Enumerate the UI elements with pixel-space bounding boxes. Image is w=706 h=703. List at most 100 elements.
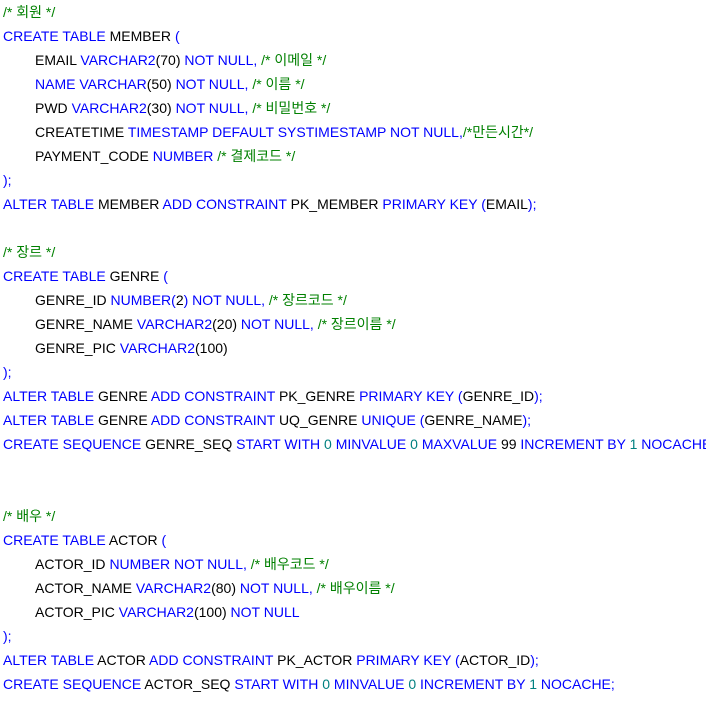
sql-identifier: (20) [212,316,241,332]
sql-keyword: ADD CONSTRAINT [149,652,278,668]
sql-keyword: TIMESTAMP DEFAULT SYSTIMESTAMP NOT NULL, [127,124,463,140]
sql-keyword: ); [3,628,12,644]
code-line: CREATE TABLE MEMBER ( [3,24,703,48]
code-line: /* 배우 */ [3,504,703,528]
sql-keyword: NOCACHE; [540,676,615,692]
sql-identifier: 99 [500,436,521,452]
code-line: GENRE_PIC VARCHAR2(100) [3,336,703,360]
code-line: GENRE_NAME VARCHAR2(20) NOT NULL, /* 장르이… [3,312,703,336]
sql-keyword: MINVALUE [335,436,411,452]
sql-keyword: CREATE SEQUENCE [3,436,146,452]
sql-keyword: NOCACHE; [641,436,706,452]
sql-keyword: NUMBER NOT NULL, [109,556,251,572]
code-line: /* 회원 */ [3,0,703,24]
code-line: ALTER TABLE ACTOR ADD CONSTRAINT PK_ACTO… [3,648,703,672]
code-line: ); [3,360,703,384]
sql-identifier: PK_ACTOR [277,652,357,668]
sql-identifier: ACTOR [97,652,150,668]
sql-identifier: GENRE_NAME [424,412,523,428]
sql-identifier: ACTOR [108,532,162,548]
sql-comment: /*만든시간*/ [462,124,534,140]
code-line: PAYMENT_CODE NUMBER /* 결제코드 */ [3,144,703,168]
sql-keyword: NUMBER [152,148,218,164]
sql-number: 1 [529,676,541,692]
sql-keyword: PRIMARY KEY ( [359,388,463,404]
sql-keyword: CREATE TABLE [3,268,110,284]
sql-identifier: ACTOR_ID [35,556,110,572]
sql-comment: /* 장르 */ [3,244,56,260]
sql-identifier: GENRE_NAME [35,316,137,332]
sql-identifier: MEMBER [109,28,175,44]
sql-number: 1 [629,436,642,452]
sql-keyword: ); [527,196,537,212]
code-line: ACTOR_ID NUMBER NOT NULL, /* 배우코드 */ [3,552,703,576]
sql-identifier: GENRE [109,268,164,284]
sql-identifier: GENRE_ID [35,292,111,308]
sql-keyword: START WITH [236,436,325,452]
sql-keyword: ); [534,388,543,404]
sql-keyword: MAXVALUE [421,436,501,452]
sql-keyword: ADD CONSTRAINT [150,412,279,428]
sql-identifier: (70) [155,52,185,68]
sql-identifier: (100) [193,604,231,620]
sql-comment: /* 배우코드 */ [250,556,329,572]
code-line: NAME VARCHAR(50) NOT NULL, /* 이름 */ [3,72,703,96]
sql-identifier: GENRE_ID [462,388,535,404]
sql-keyword: ADD CONSTRAINT [150,388,279,404]
code-line: ); [3,168,703,192]
code-line: CREATE SEQUENCE GENRE_SEQ START WITH 0 M… [3,432,706,456]
sql-comment: /* 이메일 */ [261,52,327,68]
sql-keyword: ALTER TABLE [3,652,98,668]
sql-identifier: CREATETIME [35,124,128,140]
code-line: CREATETIME TIMESTAMP DEFAULT SYSTIMESTAM… [3,120,703,144]
sql-number: 0 [324,436,336,452]
code-line: ); [3,624,703,648]
sql-identifier: GENRE_PIC [35,340,120,356]
sql-identifier: GENRE [97,412,151,428]
sql-code-block: /* 회원 */CREATE TABLE MEMBER (EMAIL VARCH… [3,0,706,696]
code-line: PWD VARCHAR2(30) NOT NULL, /* 비밀번호 */ [3,96,703,120]
sql-keyword: NOT NULL, [239,580,317,596]
sql-identifier: GENRE [97,388,151,404]
sql-comment: /* 회원 */ [3,4,56,20]
sql-identifier: 2 [175,292,184,308]
sql-comment: /* 장르코드 */ [268,292,347,308]
code-line: ALTER TABLE GENRE ADD CONSTRAINT PK_GENR… [3,384,703,408]
sql-keyword: NUMBER( [110,292,176,308]
sql-identifier: (30) [146,100,176,116]
sql-identifier: (80) [211,580,240,596]
sql-comment: /* 배우 */ [3,508,56,524]
sql-keyword: INCREMENT BY [420,676,530,692]
sql-keyword: ( [163,268,168,284]
code-line: ACTOR_PIC VARCHAR2(100) NOT NULL [3,600,703,624]
sql-keyword: START WITH [234,676,323,692]
sql-identifier: ACTOR_NAME [35,580,136,596]
sql-keyword: NOT NULL [230,604,300,620]
sql-keyword: NAME VARCHAR [35,76,147,92]
sql-identifier: (50) [146,76,176,92]
sql-keyword: NOT NULL, [175,100,253,116]
code-line: ALTER TABLE GENRE ADD CONSTRAINT UQ_GENR… [3,408,703,432]
sql-number: 0 [408,676,421,692]
sql-keyword: CREATE TABLE [3,532,109,548]
code-line: ACTOR_NAME VARCHAR2(80) NOT NULL, /* 배우이… [3,576,703,600]
sql-identifier: EMAIL [35,52,81,68]
sql-number: 0 [322,676,334,692]
code-line: EMAIL VARCHAR2(70) NOT NULL, /* 이메일 */ [3,48,703,72]
sql-identifier: GENRE_SEQ [145,436,237,452]
sql-keyword: VARCHAR2 [118,604,194,620]
sql-keyword: ALTER TABLE [3,412,98,428]
sql-comment: /* 장르이름 */ [317,316,396,332]
sql-identifier: MEMBER [97,196,163,212]
sql-keyword: VARCHAR2 [135,580,212,596]
sql-keyword: VARCHAR2 [119,340,196,356]
sql-keyword: VARCHAR2 [71,100,147,116]
sql-keyword: INCREMENT BY [520,436,630,452]
sql-keyword: MINVALUE [333,676,409,692]
sql-keyword: ); [3,172,12,188]
sql-number: 0 [410,436,422,452]
sql-keyword: ALTER TABLE [3,196,98,212]
